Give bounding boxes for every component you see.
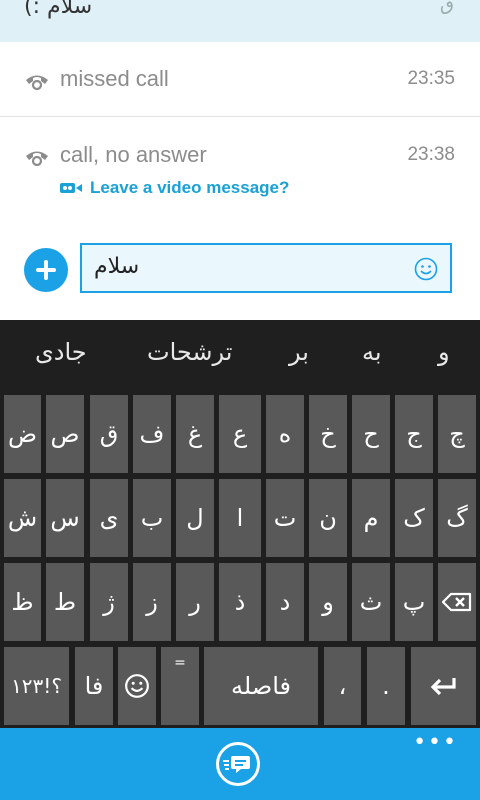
suggestion-bar: و به بر ترشحات جادی [0,320,480,392]
key[interactable]: ل [176,479,214,557]
period-key[interactable]: . [367,647,405,725]
call-event-text: missed call [60,66,169,91]
phone-icon [26,75,48,90]
suggestion-item[interactable]: جادی [35,338,87,366]
key[interactable]: ن [309,479,347,557]
call-event-time: 23:38 [407,144,455,165]
key[interactable]: ف [133,395,171,473]
add-button[interactable] [24,248,68,292]
chat-button[interactable] [216,742,260,786]
key[interactable]: ح [352,395,390,473]
key[interactable]: ظ [4,563,41,641]
key[interactable]: غ [176,395,214,473]
enter-key[interactable] [411,647,476,725]
key[interactable]: ا [219,479,261,557]
call-event-time: 23:35 [407,68,455,89]
video-camera-icon [60,183,82,193]
backspace-key[interactable] [438,563,476,641]
phone-icon [26,151,48,166]
key[interactable]: ذ [219,563,261,641]
key[interactable]: ژ [90,563,128,641]
key[interactable]: س [46,479,84,557]
key[interactable]: ض [4,395,41,473]
divider [0,116,480,117]
comma-key[interactable]: ، [324,647,361,725]
key[interactable]: ز [133,563,171,641]
suggestion-item[interactable]: بر [289,338,309,366]
key[interactable]: ع [219,395,261,473]
key[interactable]: ط [46,563,84,641]
video-message-label: Leave a video message? [90,178,290,197]
language-key[interactable]: فا [75,647,113,725]
key[interactable]: ص [46,395,84,473]
key[interactable]: ث [352,563,390,641]
key[interactable]: خ [309,395,347,473]
key[interactable]: ه [266,395,304,473]
symbols-key[interactable]: ؟!۱۲۳ [4,647,69,725]
suggestion-item[interactable]: ترشحات [147,338,232,366]
more-options-icon[interactable]: ••• [413,732,458,754]
key[interactable]: پ [395,563,433,641]
on-screen-keyboard: و به بر ترشحات جادی چ ج ح خ ه ع غ ف ق ص … [0,320,480,728]
key[interactable]: گ [438,479,476,557]
key[interactable]: ش [4,479,41,557]
equals-key[interactable]: = [161,647,199,725]
key[interactable]: چ [438,395,476,473]
emoji-key[interactable] [118,647,156,725]
sent-message-text: سلام :) [24,0,93,19]
key[interactable]: ت [266,479,304,557]
call-event-text: call, no answer [60,142,207,167]
message-status-icon: ٯ [440,0,454,15]
key[interactable]: ر [176,563,214,641]
space-key[interactable]: فاصله [204,647,318,725]
chat-icon [223,756,250,773]
key[interactable]: ب [133,479,171,557]
key[interactable]: د [266,563,304,641]
emoticon-icon[interactable] [414,257,438,281]
message-input[interactable]: سلام [80,243,452,293]
key[interactable]: ق [90,395,128,473]
sent-message-bubble: سلام :) ٯ [0,0,480,42]
smiley-icon [125,674,149,698]
suggestion-item[interactable]: به [362,338,382,366]
suggestion-item[interactable]: و [438,338,450,366]
leave-video-message-link[interactable]: Leave a video message? [60,177,289,199]
key[interactable]: ی [90,479,128,557]
key[interactable]: و [309,563,347,641]
key[interactable]: م [352,479,390,557]
enter-icon [430,678,456,696]
app-bar: ••• [0,728,480,800]
key[interactable]: ک [395,479,433,557]
backspace-icon [442,592,472,612]
message-input-value: سلام [94,254,140,279]
key[interactable]: ج [395,395,433,473]
